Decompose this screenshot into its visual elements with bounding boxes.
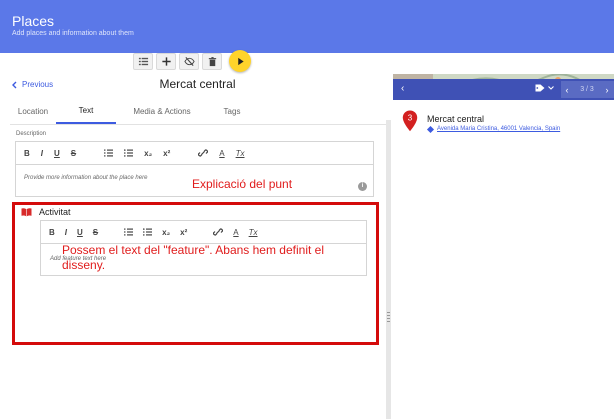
list-icon <box>138 57 148 65</box>
app-subtitle: Add places and information about them <box>12 30 134 37</box>
preview-back-button[interactable]: ‹ <box>401 83 404 94</box>
bullet-list-icon[interactable] <box>143 228 153 236</box>
tags-filter-button[interactable] <box>535 84 554 92</box>
directions-icon <box>426 125 435 133</box>
annotation-description: Explicació del punt <box>192 177 293 191</box>
bold-button[interactable]: B <box>49 228 55 237</box>
hide-button[interactable] <box>179 52 199 70</box>
feature-label: Activitat <box>39 207 71 217</box>
underline-button[interactable]: U <box>77 228 83 237</box>
superscript-button[interactable]: x² <box>180 228 187 237</box>
hide-icon <box>183 56 195 66</box>
italic-button[interactable]: I <box>41 149 43 158</box>
info-icon[interactable]: i <box>358 182 367 191</box>
subscript-button[interactable]: x₂ <box>144 149 152 158</box>
address-link[interactable]: Avenida Maria Cristina, 46001 Valencia, … <box>437 126 560 132</box>
clear-format-button[interactable]: Tx <box>249 228 258 237</box>
book-icon <box>21 208 32 217</box>
tag-icon <box>535 84 545 92</box>
tab-location[interactable]: Location <box>10 98 56 124</box>
floating-toolbar <box>133 50 251 72</box>
description-label: Description <box>16 131 47 137</box>
tab-media-actions[interactable]: Media & Actions <box>116 98 208 124</box>
pager-count: 3 / 3 <box>580 86 594 93</box>
pager-next-button[interactable]: › <box>601 85 613 95</box>
delete-button[interactable] <box>202 52 222 70</box>
editor-tabs: Location Text Media & Actions Tags <box>10 98 256 124</box>
list-button[interactable] <box>133 52 153 70</box>
tab-text[interactable]: Text <box>56 98 116 124</box>
link-icon[interactable] <box>213 228 224 236</box>
play-button[interactable] <box>229 50 251 72</box>
tab-tags[interactable]: Tags <box>208 98 256 124</box>
ordered-list-icon[interactable] <box>124 228 134 236</box>
chevron-left-icon <box>12 81 17 88</box>
preview-place-name: Mercat central <box>427 114 485 124</box>
pager-prev-button[interactable]: ‹ <box>561 85 573 95</box>
italic-button[interactable]: I <box>65 228 67 237</box>
text-color-button[interactable]: A <box>219 149 224 158</box>
add-icon <box>161 56 171 66</box>
pin-number: 3 <box>408 114 413 123</box>
app-header: Places Add places and information about … <box>0 0 614 53</box>
previous-link[interactable]: Previous <box>12 80 53 89</box>
feature-format-toolbar: B I U S x₂ x² A Tx <box>41 221 366 244</box>
add-button[interactable] <box>156 52 176 70</box>
play-icon <box>237 57 244 65</box>
chevron-down-icon <box>548 86 554 90</box>
link-icon[interactable] <box>198 149 209 157</box>
previous-label: Previous <box>22 80 54 89</box>
ordered-list-icon[interactable] <box>104 149 114 157</box>
text-color-button[interactable]: A <box>233 228 238 237</box>
preview-address: Avenida Maria Cristina, 46001 Valencia, … <box>426 125 560 133</box>
splitter-handle[interactable] <box>387 312 390 324</box>
tabs-divider <box>10 124 386 125</box>
bullet-list-icon[interactable] <box>124 149 134 157</box>
map-preview <box>393 70 614 79</box>
description-format-toolbar: B I U S x₂ x² A Tx <box>16 142 373 165</box>
clear-format-button[interactable]: Tx <box>236 149 245 158</box>
feature-header: Activitat <box>21 207 71 217</box>
panel-splitter[interactable] <box>386 120 391 419</box>
subscript-button[interactable]: x₂ <box>162 228 170 237</box>
place-title: Mercat central <box>159 77 236 91</box>
annotation-feature: Possem el text del "feature". Abans hem … <box>62 243 324 272</box>
map-pin-icon: 3 <box>402 110 418 132</box>
bold-button[interactable]: B <box>24 149 30 158</box>
preview-pager: ‹ 3 / 3 › <box>561 81 614 98</box>
strike-button[interactable]: S <box>93 228 98 237</box>
app-title: Places <box>12 13 55 29</box>
delete-icon <box>208 56 216 66</box>
underline-button[interactable]: U <box>54 149 60 158</box>
superscript-button[interactable]: x² <box>163 149 170 158</box>
strike-button[interactable]: S <box>71 149 76 158</box>
